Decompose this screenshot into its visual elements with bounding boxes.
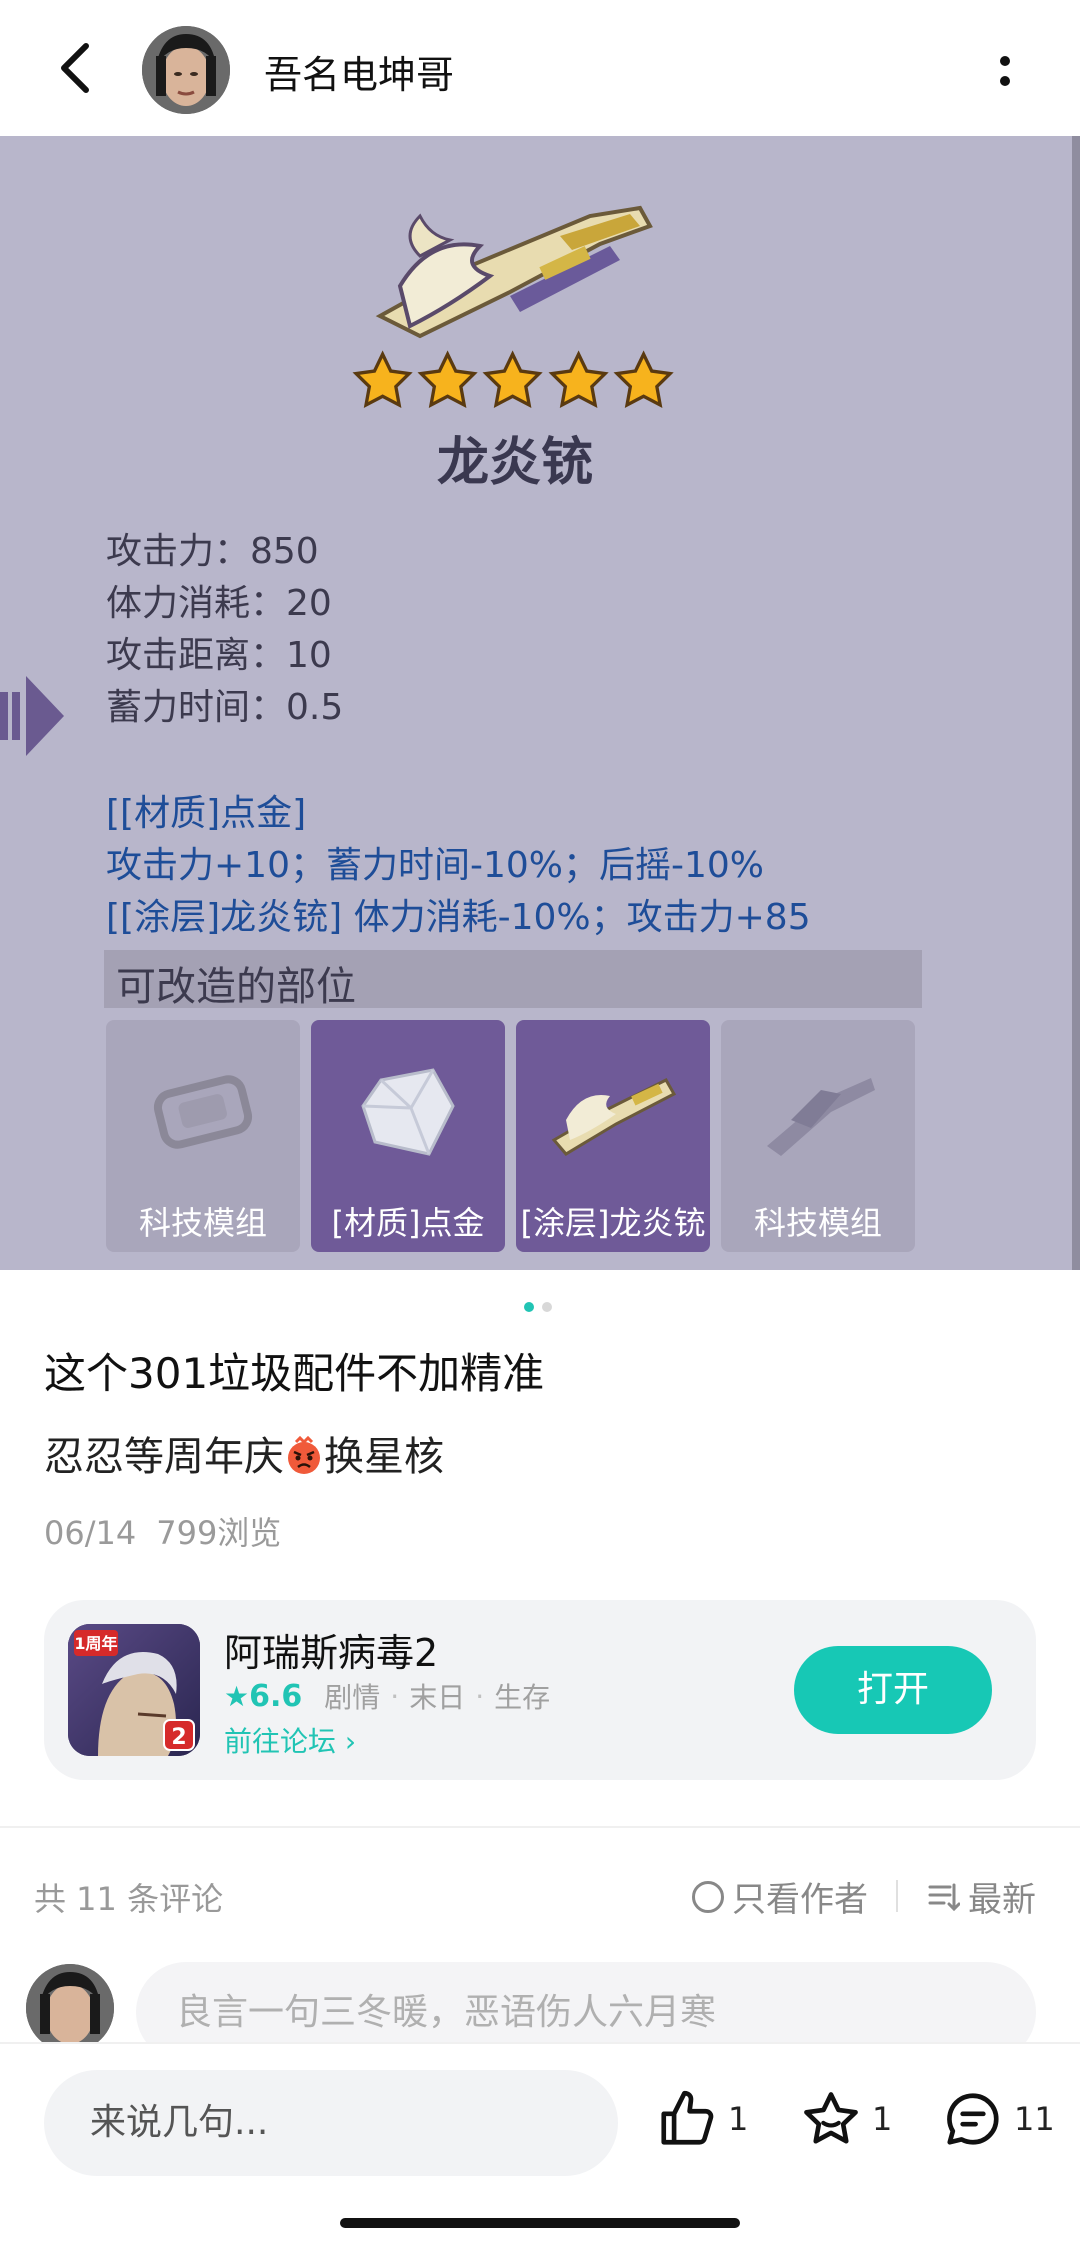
game-icon[interactable]: 1周年 2 xyxy=(68,1624,200,1756)
game-tag: 生存 xyxy=(494,1681,551,1714)
user-avatar xyxy=(26,1964,114,2052)
part-label: 科技模组 xyxy=(138,1204,267,1242)
svg-text:2: 2 xyxy=(171,1725,186,1750)
weapon-name: 龙炎铳 xyxy=(436,433,593,493)
open-game-button[interactable]: 打开 xyxy=(794,1646,992,1734)
dragon-gun-icon xyxy=(551,1078,677,1156)
post-title: 这个301垃圾配件不加精准 xyxy=(44,1349,545,1398)
radio-circle-icon xyxy=(692,1880,724,1913)
game-rating-row: ★ 6.6 剧情 · 末日 · 生存 xyxy=(224,1676,550,1716)
part-slot: [材质]点金 xyxy=(311,1020,505,1252)
mod-line: [[材质]点金] xyxy=(106,793,307,834)
post-image[interactable]: 龙炎铳 攻击力：850 体力消耗：20 攻击距离：10 蓄力时间：0.5 [[材… xyxy=(0,136,1080,1270)
star-icon xyxy=(417,350,478,409)
rating-stars xyxy=(352,350,674,420)
more-vertical-icon xyxy=(1000,56,1010,66)
angry-emoji-icon xyxy=(288,1436,320,1474)
chevron-left-icon xyxy=(61,43,89,93)
comment-count: 共 11 条评论 xyxy=(34,1880,224,1918)
sort-newest-button[interactable]: 最新 xyxy=(928,1872,1036,1921)
crystal-icon xyxy=(361,1068,455,1156)
stat-line: 体力消耗：20 xyxy=(106,583,332,624)
game-tag: 末日 xyxy=(409,1681,466,1714)
comment-bubble-icon xyxy=(947,2093,999,2145)
like-button[interactable]: 1 xyxy=(656,2088,748,2150)
star-icon: ★ xyxy=(224,1679,250,1713)
game-card[interactable]: 1周年 2 阿瑞斯病毒2 ★ 6.6 剧情 · 末日 · 生存 前往论坛 › 打… xyxy=(44,1600,1036,1780)
part-label: [涂层]龙炎铳 xyxy=(520,1204,706,1242)
part-label: [材质]点金 xyxy=(331,1204,485,1242)
star-outline-icon xyxy=(804,2092,858,2144)
parts-title: 可改造的部位 xyxy=(116,964,356,1010)
tech-module-icon xyxy=(767,1078,875,1156)
post-meta: 06/14 799浏览 xyxy=(44,1508,281,1554)
more-options-button[interactable] xyxy=(980,46,1030,96)
comment-button[interactable]: 11 xyxy=(942,2088,1055,2150)
forum-link[interactable]: 前往论坛 › xyxy=(224,1720,356,1760)
divider xyxy=(896,1880,898,1912)
part-slot: 科技模组 xyxy=(721,1020,915,1252)
divider xyxy=(0,1826,1080,1828)
pager-dot xyxy=(542,1302,552,1312)
tech-module-icon xyxy=(153,1075,253,1149)
chevron-right-icon: › xyxy=(344,1725,357,1758)
mod-line: 攻击力+10；蓄力时间-10%；后摇-10% xyxy=(106,845,764,886)
image-pager xyxy=(524,1302,552,1312)
game-name[interactable]: 阿瑞斯病毒2 xyxy=(224,1622,438,1677)
star-icon xyxy=(548,350,609,409)
mod-line: [[涂层]龙炎铳] 体力消耗-10%；攻击力+85 xyxy=(106,897,811,938)
game-tag: 剧情 xyxy=(324,1681,381,1714)
star-icon xyxy=(482,350,544,409)
stat-line: 攻击距离：10 xyxy=(106,635,332,676)
part-label: 科技模组 xyxy=(753,1204,882,1242)
pager-dot-active xyxy=(524,1302,534,1312)
like-count: 1 xyxy=(728,2100,749,2138)
sort-icon xyxy=(928,1883,960,1911)
reply-input[interactable]: 来说几句... xyxy=(44,2070,618,2176)
bottom-action-bar: 来说几句... 1 1 11 xyxy=(0,2042,1080,2245)
author-avatar[interactable] xyxy=(142,26,230,114)
favorite-button[interactable]: 1 xyxy=(800,2088,892,2150)
home-indicator xyxy=(340,2218,740,2228)
dragon-gun-icon xyxy=(375,205,653,339)
back-button[interactable] xyxy=(48,40,104,96)
thumbs-up-icon xyxy=(661,2090,714,2145)
post-body: 忍忍等周年庆 换星核 xyxy=(44,1434,444,1480)
game-badge-text: 1周年 xyxy=(74,1634,117,1653)
star-icon xyxy=(352,350,413,409)
stat-line: 蓄力时间：0.5 xyxy=(106,687,344,728)
top-bar: 吾名电坤哥 xyxy=(0,0,1080,136)
comment-total: 11 xyxy=(1014,2100,1055,2138)
part-slot: 科技模组 xyxy=(106,1020,300,1252)
post-date: 06/14 xyxy=(44,1514,137,1552)
view-count: 799浏览 xyxy=(156,1514,282,1552)
stat-line: 攻击力：850 xyxy=(106,531,319,572)
favorite-count: 1 xyxy=(872,2100,893,2138)
author-name[interactable]: 吾名电坤哥 xyxy=(264,44,454,99)
game-rating: 6.6 xyxy=(249,1678,303,1714)
star-icon xyxy=(613,350,674,409)
part-slot: [涂层]龙炎铳 xyxy=(516,1020,710,1252)
author-only-toggle[interactable]: 只看作者 xyxy=(692,1872,868,1921)
arrow-right-icon xyxy=(0,676,64,756)
